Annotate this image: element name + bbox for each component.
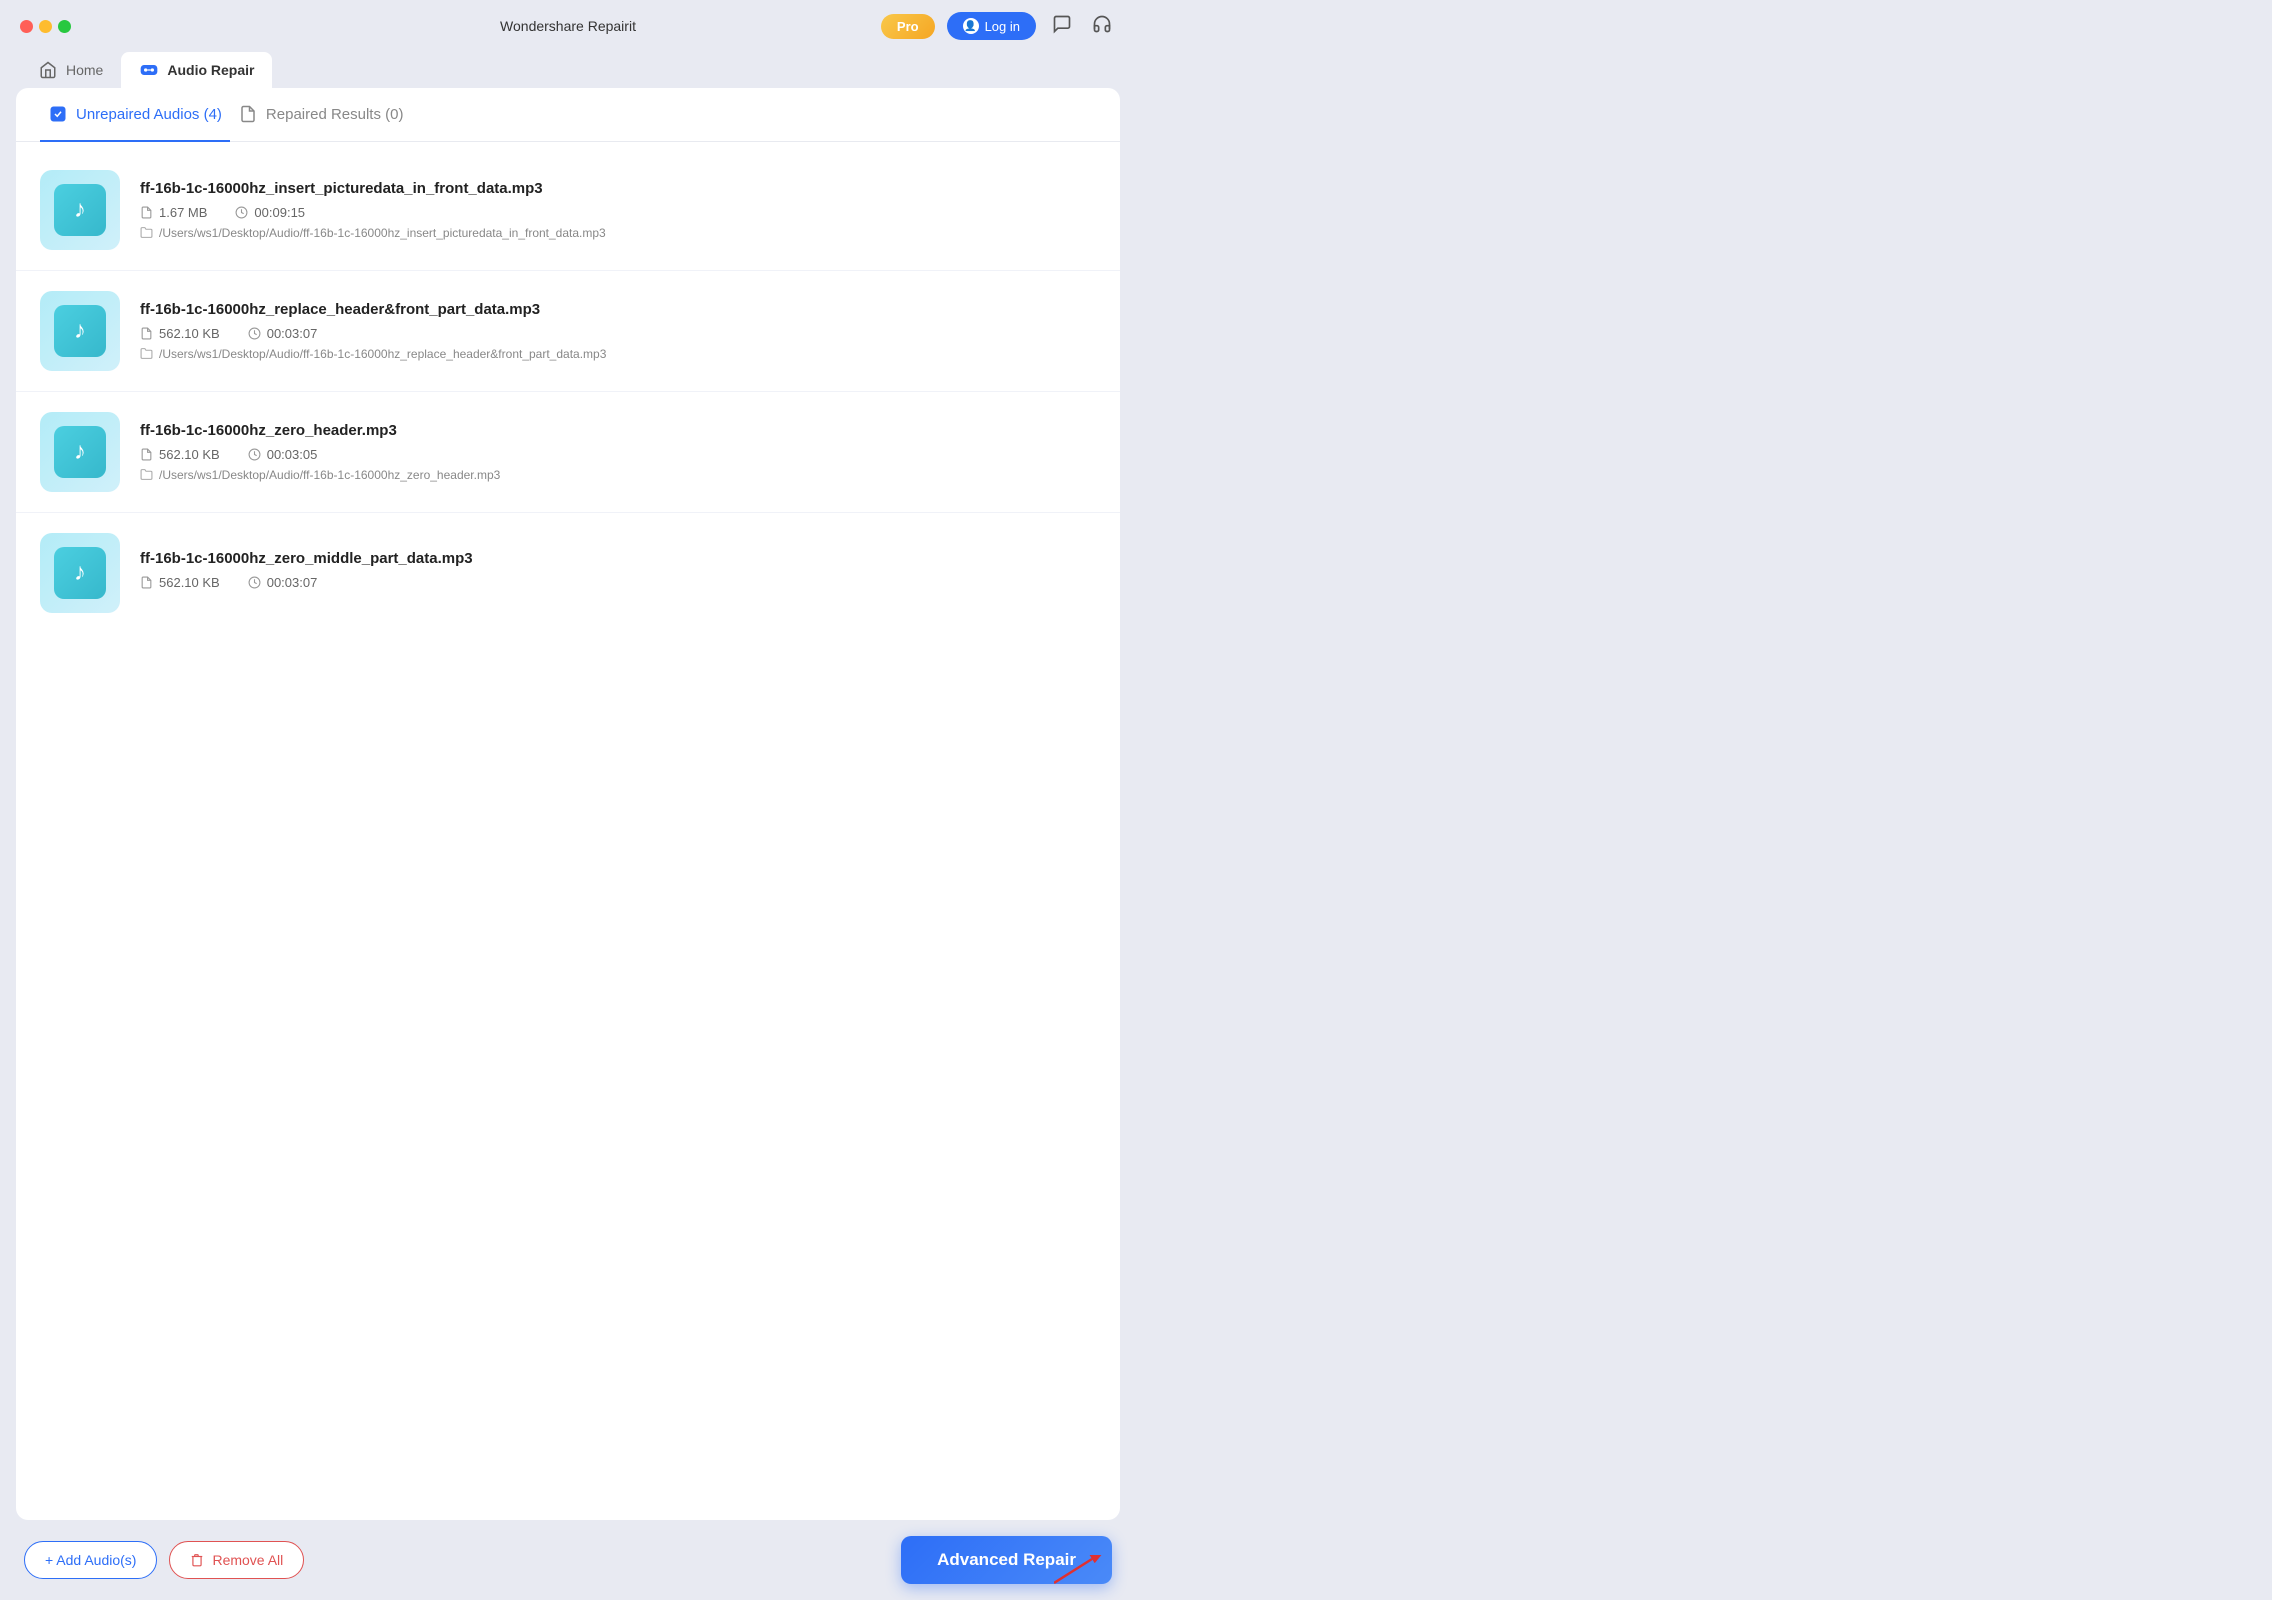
file-duration: 00:03:07 <box>248 575 318 590</box>
music-note-icon: ♪ <box>74 196 86 224</box>
file-name: ff-16b-1c-16000hz_replace_header&front_p… <box>140 301 1096 318</box>
login-button[interactable]: 👤 Log in <box>947 12 1036 40</box>
folder-icon <box>140 347 153 360</box>
folder-icon <box>140 226 153 239</box>
folder-icon <box>140 468 153 481</box>
file-path: /Users/ws1/Desktop/Audio/ff-16b-1c-16000… <box>140 468 1096 482</box>
file-size-icon <box>140 206 153 219</box>
audio-repair-tab[interactable]: Audio Repair <box>121 52 272 88</box>
file-duration: 00:03:05 <box>248 447 318 462</box>
minimize-button[interactable] <box>39 20 52 33</box>
titlebar-right: Pro 👤 Log in <box>881 10 1116 43</box>
file-thumb-inner: ♪ <box>54 426 106 478</box>
home-icon <box>38 60 58 80</box>
file-size: 1.67 MB <box>140 205 207 220</box>
file-size-icon <box>140 448 153 461</box>
trash-icon <box>190 1553 204 1567</box>
file-size: 562.10 KB <box>140 575 220 590</box>
clock-icon <box>248 576 261 589</box>
file-name: ff-16b-1c-16000hz_insert_picturedata_in_… <box>140 180 1096 197</box>
file-info: ff-16b-1c-16000hz_zero_middle_part_data.… <box>140 550 1096 596</box>
music-note-icon: ♪ <box>74 317 86 345</box>
file-meta: 562.10 KB 00:03:07 <box>140 575 1096 590</box>
add-audio-button[interactable]: + Add Audio(s) <box>24 1541 157 1579</box>
file-info: ff-16b-1c-16000hz_insert_picturedata_in_… <box>140 180 1096 240</box>
file-list: ♪ ff-16b-1c-16000hz_insert_picturedata_i… <box>16 142 1120 1521</box>
file-thumbnail: ♪ <box>40 533 120 613</box>
file-path: /Users/ws1/Desktop/Audio/ff-16b-1c-16000… <box>140 347 1096 361</box>
remove-all-button[interactable]: Remove All <box>169 1541 304 1579</box>
file-thumbnail: ♪ <box>40 170 120 250</box>
app-title: Wondershare Repairit <box>500 18 636 34</box>
file-size-icon <box>140 327 153 340</box>
titlebar-left <box>20 20 71 33</box>
file-info: ff-16b-1c-16000hz_zero_header.mp3 562.10… <box>140 422 1096 482</box>
chat-icon-button[interactable] <box>1048 10 1076 43</box>
clock-icon <box>235 206 248 219</box>
file-thumb-inner: ♪ <box>54 305 106 357</box>
file-path: /Users/ws1/Desktop/Audio/ff-16b-1c-16000… <box>140 226 1096 240</box>
file-duration: 00:09:15 <box>235 205 305 220</box>
unrepaired-tab[interactable]: Unrepaired Audios (4) <box>40 88 230 142</box>
file-item: ♪ ff-16b-1c-16000hz_zero_middle_part_dat… <box>16 513 1120 633</box>
file-duration: 00:03:07 <box>248 326 318 341</box>
clock-icon <box>248 448 261 461</box>
home-tab[interactable]: Home <box>20 52 121 88</box>
music-note-icon: ♪ <box>74 438 86 466</box>
file-thumb-inner: ♪ <box>54 184 106 236</box>
file-name: ff-16b-1c-16000hz_zero_header.mp3 <box>140 422 1096 439</box>
file-thumb-inner: ♪ <box>54 547 106 599</box>
file-size-icon <box>140 576 153 589</box>
file-item: ♪ ff-16b-1c-16000hz_insert_picturedata_i… <box>16 150 1120 271</box>
file-name: ff-16b-1c-16000hz_zero_middle_part_data.… <box>140 550 1096 567</box>
sub-tabs: Unrepaired Audios (4) Repaired Results (… <box>16 88 1120 142</box>
file-thumbnail: ♪ <box>40 291 120 371</box>
maximize-button[interactable] <box>58 20 71 33</box>
file-item: ♪ ff-16b-1c-16000hz_zero_header.mp3 562.… <box>16 392 1120 513</box>
repaired-icon <box>238 104 258 124</box>
unrepaired-icon <box>48 104 68 124</box>
arrow-indicator <box>1054 1555 1102 1592</box>
bottom-bar: + Add Audio(s) Remove All Advanced Repai… <box>0 1520 1136 1600</box>
file-size: 562.10 KB <box>140 447 220 462</box>
traffic-lights <box>20 20 71 33</box>
music-note-icon: ♪ <box>74 559 86 587</box>
file-item: ♪ ff-16b-1c-16000hz_replace_header&front… <box>16 271 1120 392</box>
close-button[interactable] <box>20 20 33 33</box>
file-info: ff-16b-1c-16000hz_replace_header&front_p… <box>140 301 1096 361</box>
user-icon: 👤 <box>963 18 979 34</box>
titlebar: Wondershare Repairit Pro 👤 Log in <box>0 0 1136 52</box>
file-meta: 562.10 KB 00:03:05 <box>140 447 1096 462</box>
file-thumbnail: ♪ <box>40 412 120 492</box>
bottom-bar-left: + Add Audio(s) Remove All <box>24 1541 304 1579</box>
main-content: Unrepaired Audios (4) Repaired Results (… <box>16 88 1120 1520</box>
nav-tabs: Home Audio Repair <box>0 52 1136 88</box>
advanced-repair-container: Advanced Repair <box>901 1536 1112 1584</box>
pro-badge-button[interactable]: Pro <box>881 14 935 39</box>
audio-repair-icon <box>139 60 159 80</box>
clock-icon <box>248 327 261 340</box>
headset-icon-button[interactable] <box>1088 10 1116 43</box>
file-meta: 562.10 KB 00:03:07 <box>140 326 1096 341</box>
repaired-tab[interactable]: Repaired Results (0) <box>230 88 412 142</box>
file-meta: 1.67 MB 00:09:15 <box>140 205 1096 220</box>
file-size: 562.10 KB <box>140 326 220 341</box>
